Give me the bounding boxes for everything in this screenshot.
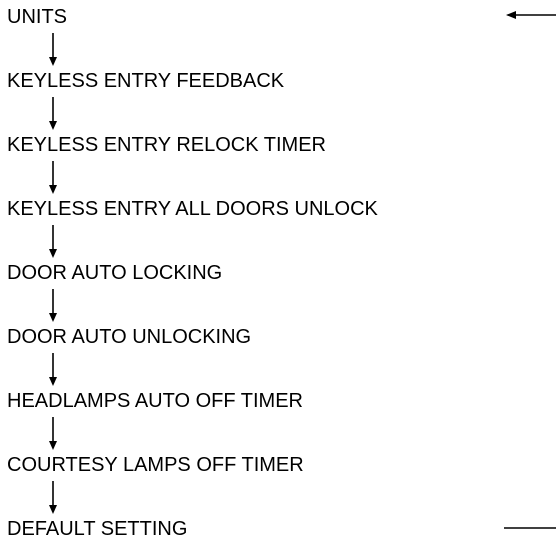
down-arrow-icon: [49, 313, 57, 322]
down-arrow-icon: [49, 249, 57, 258]
step-label-units: UNITS: [7, 6, 67, 28]
step-label-keyless-entry-feedback: KEYLESS ENTRY FEEDBACK: [7, 70, 285, 92]
down-arrow-icon: [49, 377, 57, 386]
down-arrow-icon: [49, 441, 57, 450]
down-arrow-icon: [49, 505, 57, 514]
step-label-door-auto-unlocking: DOOR AUTO UNLOCKING: [7, 326, 251, 348]
down-arrow-icon: [49, 121, 57, 130]
step-label-headlamps-auto-off-timer: HEADLAMPS AUTO OFF TIMER: [7, 390, 303, 412]
left-arrow-icon: [506, 11, 516, 19]
step-label-courtesy-lamps-off-timer: COURTESY LAMPS OFF TIMER: [7, 454, 304, 476]
down-arrow-icon: [49, 185, 57, 194]
step-label-keyless-entry-all-doors-unlock: KEYLESS ENTRY ALL DOORS UNLOCK: [7, 198, 379, 220]
step-label-door-auto-locking: DOOR AUTO LOCKING: [7, 262, 222, 284]
step-label-keyless-entry-relock-timer: KEYLESS ENTRY RELOCK TIMER: [7, 134, 326, 156]
down-arrow-icon: [49, 57, 57, 66]
step-label-default-setting: DEFAULT SETTING: [7, 518, 187, 540]
menu-flow-diagram: UNITS KEYLESS ENTRY FEEDBACK KEYLESS ENT…: [7, 6, 556, 540]
